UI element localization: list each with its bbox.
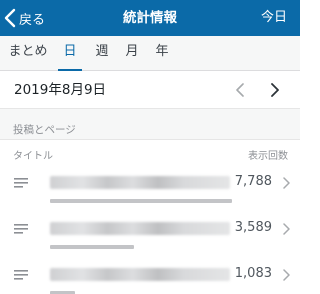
column-header-title: タイトル bbox=[13, 151, 53, 162]
chevron-right-icon bbox=[283, 223, 290, 235]
period-tabs: まとめ 日 週 月 年 bbox=[0, 36, 300, 71]
post-views: 3,589 bbox=[234, 220, 272, 235]
table-row[interactable]: 3,589 bbox=[0, 210, 300, 250]
date-navigator: 2019年8月9日 bbox=[0, 71, 300, 109]
chevron-right-icon bbox=[283, 177, 290, 189]
table-row[interactable]: 1,083 bbox=[0, 256, 300, 294]
date-label: 2019年8月9日 bbox=[14, 82, 107, 98]
navigation-bar: 戻る 統計情報 今日 bbox=[0, 0, 300, 36]
section-header: 投稿とページ bbox=[13, 124, 76, 136]
post-title bbox=[50, 222, 230, 235]
tab-year[interactable]: 年 bbox=[150, 36, 174, 71]
post-title bbox=[50, 268, 230, 281]
post-views: 1,083 bbox=[234, 266, 272, 281]
views-bar bbox=[50, 245, 134, 249]
back-button[interactable]: 戻る bbox=[4, 0, 45, 36]
tab-summary[interactable]: まとめ bbox=[8, 36, 48, 71]
post-title bbox=[50, 176, 230, 189]
views-bar bbox=[50, 199, 232, 203]
table-row[interactable]: 7,788 bbox=[0, 164, 300, 204]
next-date-button[interactable] bbox=[265, 71, 285, 109]
back-label: 戻る bbox=[19, 12, 46, 28]
tab-week[interactable]: 週 bbox=[90, 36, 114, 71]
chevron-left-icon bbox=[4, 8, 16, 28]
tab-month[interactable]: 月 bbox=[120, 36, 144, 71]
document-icon bbox=[14, 270, 28, 280]
today-button[interactable]: 今日 bbox=[261, 0, 287, 36]
tab-day[interactable]: 日 bbox=[58, 36, 82, 71]
chevron-left-icon bbox=[236, 83, 244, 97]
chevron-right-icon bbox=[283, 269, 290, 281]
posts-table: タイトル 表示回数 7,788 3,589 1,083 bbox=[0, 139, 300, 294]
post-views: 7,788 bbox=[234, 174, 272, 189]
document-icon bbox=[14, 178, 28, 188]
previous-date-button[interactable] bbox=[230, 71, 250, 109]
chevron-right-icon bbox=[271, 83, 279, 97]
column-header-views: 表示回数 bbox=[248, 151, 288, 162]
document-icon bbox=[14, 224, 28, 234]
